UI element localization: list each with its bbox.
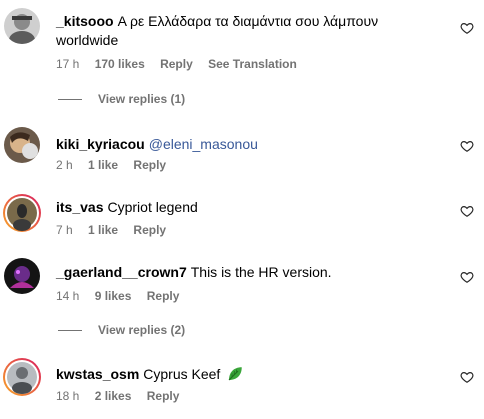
heart-outline-icon[interactable] bbox=[460, 204, 474, 218]
heart-outline-icon[interactable] bbox=[460, 139, 474, 153]
reply-button[interactable]: Reply bbox=[147, 389, 180, 403]
comment-username[interactable]: _kitsooo bbox=[56, 13, 114, 29]
view-replies-button[interactable]: View replies (1) bbox=[58, 91, 185, 107]
comment-meta: 18 h 2 likes Reply bbox=[56, 388, 191, 404]
comment-meta: 14 h 9 likes Reply bbox=[56, 288, 191, 304]
view-replies-button[interactable]: View replies (2) bbox=[58, 322, 185, 338]
reply-button[interactable]: Reply bbox=[147, 289, 180, 303]
reply-button[interactable]: Reply bbox=[133, 223, 166, 237]
avatar[interactable] bbox=[2, 357, 42, 397]
mention-link[interactable]: @eleni_masonou bbox=[149, 136, 258, 152]
divider-line bbox=[58, 99, 82, 101]
reply-button[interactable]: Reply bbox=[133, 158, 166, 172]
comment-username[interactable]: kiki_kyriacou bbox=[56, 136, 145, 152]
reply-button[interactable]: Reply bbox=[160, 57, 193, 71]
heart-outline-icon[interactable] bbox=[460, 21, 474, 35]
comment-time: 18 h bbox=[56, 389, 80, 403]
view-replies-label: View replies (1) bbox=[98, 92, 186, 106]
like-count[interactable]: 1 like bbox=[88, 223, 118, 237]
leafy-green-emoji-icon bbox=[228, 367, 242, 381]
like-count[interactable]: 9 likes bbox=[95, 289, 132, 303]
see-translation-button[interactable]: See Translation bbox=[208, 57, 297, 71]
divider-line bbox=[58, 330, 82, 332]
comment-username[interactable]: its_vas bbox=[56, 199, 103, 215]
comment-meta: 2 h 1 like Reply bbox=[56, 157, 178, 173]
comment-body: This is the HR version. bbox=[190, 264, 332, 280]
comment-meta: 17 h 170 likes Reply See Translation bbox=[56, 56, 309, 72]
comment-text: kwstas_osm Cyprus Keef bbox=[56, 365, 244, 384]
avatar[interactable] bbox=[4, 258, 40, 294]
comment-username[interactable]: kwstas_osm bbox=[56, 366, 139, 382]
heart-outline-icon[interactable] bbox=[460, 270, 474, 284]
comment-body: Cyprus Keef bbox=[143, 366, 221, 382]
comment-text: its_vas Cypriot legend bbox=[56, 198, 198, 217]
comment-time: 14 h bbox=[56, 289, 80, 303]
view-replies-label: View replies (2) bbox=[98, 323, 186, 337]
comment-body-continued: worldwide bbox=[56, 32, 119, 48]
comment-text: _gaerland__crown7 This is the HR version. bbox=[56, 263, 332, 282]
comment-username[interactable]: _gaerland__crown7 bbox=[56, 264, 187, 280]
avatar[interactable] bbox=[4, 8, 40, 44]
avatar[interactable] bbox=[2, 193, 42, 233]
like-count[interactable]: 2 likes bbox=[95, 389, 132, 403]
comment-text: _kitsooo Α ρε Ελλάδαρα τα διαμάντια σου λ… bbox=[56, 12, 446, 50]
comment-body: Α ρε Ελλάδαρα τα διαμάντια σου λάμπουν bbox=[117, 13, 379, 29]
comment-time: 7 h bbox=[56, 223, 73, 237]
comment-body: Cypriot legend bbox=[107, 199, 198, 215]
like-count[interactable]: 1 like bbox=[88, 158, 118, 172]
avatar[interactable] bbox=[4, 127, 40, 163]
comment-time: 2 h bbox=[56, 158, 73, 172]
comment-meta: 7 h 1 like Reply bbox=[56, 222, 178, 238]
like-count[interactable]: 170 likes bbox=[95, 57, 145, 71]
comment-time: 17 h bbox=[56, 57, 80, 71]
comment-text: kiki_kyriacou @eleni_masonou bbox=[56, 135, 258, 154]
comments-list: _kitsooo Α ρε Ελλάδαρα τα διαμάντια σου λ… bbox=[0, 0, 484, 419]
heart-outline-icon[interactable] bbox=[460, 370, 474, 384]
